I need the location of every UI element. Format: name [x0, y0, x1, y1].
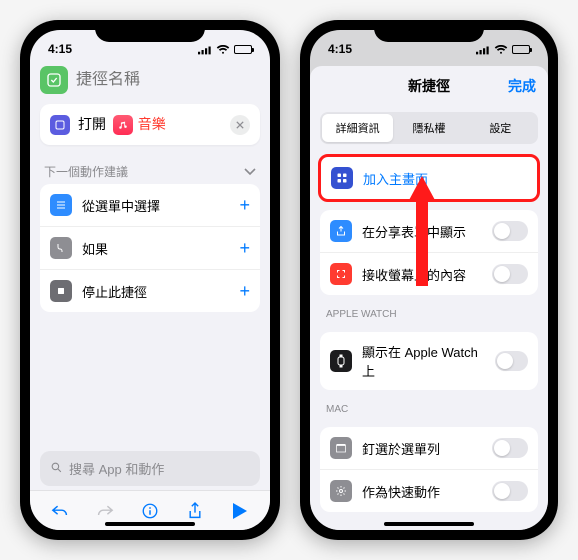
redo-button[interactable] — [93, 499, 117, 523]
info-button[interactable] — [138, 499, 162, 523]
suggestion-row[interactable]: 從選單中選擇 + — [40, 184, 260, 227]
suggestions-header: 下一個動作建議 — [30, 155, 270, 184]
wifi-icon — [216, 44, 230, 54]
home-grid-icon — [331, 167, 353, 189]
menu-icon — [50, 194, 72, 216]
row-label: 釘選於選單列 — [362, 439, 440, 458]
segmented-control[interactable]: 詳細資訊 隱私權 設定 — [320, 112, 538, 144]
toggle-switch[interactable] — [492, 264, 528, 284]
home-indicator — [105, 522, 195, 526]
remove-action-button[interactable] — [230, 115, 250, 135]
pin-icon — [330, 437, 352, 459]
music-app-icon — [113, 115, 133, 135]
pin-menubar-row[interactable]: 釘選於選單列 — [320, 427, 538, 470]
screen-right: 4:15 新捷徑 完成 詳細資訊 隱私權 設定 — [310, 30, 548, 530]
done-button[interactable]: 完成 — [508, 76, 536, 96]
sheet-title: 新捷徑 — [408, 76, 450, 96]
segment-privacy[interactable]: 隱私權 — [393, 114, 464, 142]
shortcut-app-icon — [40, 66, 68, 94]
open-app-icon — [50, 115, 70, 135]
signal-icon — [198, 44, 212, 54]
search-icon — [50, 461, 63, 477]
segment-details[interactable]: 詳細資訊 — [322, 114, 393, 142]
shortcut-name-input[interactable] — [76, 71, 270, 89]
search-input[interactable]: 搜尋 App 和動作 — [40, 451, 260, 486]
mac-section-label: MAC — [310, 390, 548, 419]
suggestion-label: 從選單中選擇 — [82, 196, 160, 215]
screen-left: 4:15 — [30, 30, 270, 530]
undo-button[interactable] — [48, 499, 72, 523]
action-text: 打開 音樂 — [78, 114, 166, 135]
battery-icon — [234, 45, 252, 54]
suggestion-label: 停止此捷徑 — [82, 282, 147, 301]
mac-group: 釘選於選單列 作為快速動作 — [320, 427, 538, 512]
home-indicator — [384, 522, 474, 526]
toggle-switch[interactable] — [492, 221, 528, 241]
if-icon — [50, 237, 72, 259]
action-card[interactable]: 打開 音樂 — [40, 104, 260, 145]
add-icon[interactable]: + — [239, 238, 250, 259]
add-icon[interactable]: + — [239, 195, 250, 216]
suggestion-label: 如果 — [82, 239, 108, 258]
status-time: 4:15 — [48, 42, 72, 56]
toggle-switch[interactable] — [495, 351, 528, 371]
search-placeholder: 搜尋 App 和動作 — [69, 459, 164, 478]
toggle-switch[interactable] — [492, 481, 528, 501]
help-link[interactable]: 捷徑輔助說明 — [310, 512, 548, 530]
phone-right: 4:15 新捷徑 完成 詳細資訊 隱私權 設定 — [300, 20, 558, 540]
chevron-down-icon[interactable] — [244, 165, 256, 179]
watch-section-label: APPLE WATCH — [310, 295, 548, 324]
receive-icon — [330, 263, 352, 285]
notch — [374, 20, 484, 42]
annotation-arrow — [408, 176, 436, 286]
quick-action-row[interactable]: 作為快速動作 — [320, 470, 538, 512]
toggle-switch[interactable] — [492, 438, 528, 458]
settings-sheet: 新捷徑 完成 詳細資訊 隱私權 設定 加入主畫面 — [310, 66, 548, 530]
row-label: 顯示在 Apple Watch 上 — [362, 342, 485, 380]
row-label: 作為快速動作 — [362, 482, 440, 501]
sheet-header: 新捷徑 完成 — [310, 66, 548, 106]
suggestion-row[interactable]: 如果 + — [40, 227, 260, 270]
apple-watch-icon — [330, 350, 352, 372]
share-button[interactable] — [183, 499, 207, 523]
gear-icon — [330, 480, 352, 502]
suggestion-row[interactable]: 停止此捷徑 + — [40, 270, 260, 312]
suggestion-list: 從選單中選擇 + 如果 + 停止此捷徑 + — [40, 184, 260, 312]
phone-left: 4:15 — [20, 20, 280, 540]
segment-setup[interactable]: 設定 — [465, 114, 536, 142]
add-icon[interactable]: + — [239, 281, 250, 302]
play-button[interactable] — [228, 499, 252, 523]
watch-group: 顯示在 Apple Watch 上 — [320, 332, 538, 390]
notch — [95, 20, 205, 42]
stop-icon — [50, 280, 72, 302]
action-app-link[interactable]: 音樂 — [138, 116, 166, 132]
editor-header — [30, 60, 270, 102]
watch-row[interactable]: 顯示在 Apple Watch 上 — [320, 332, 538, 390]
share-sheet-icon — [330, 220, 352, 242]
